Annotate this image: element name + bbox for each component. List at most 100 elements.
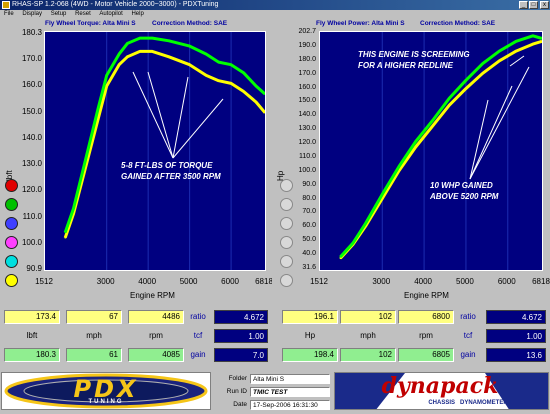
power-peak-mph: 102 (340, 348, 396, 362)
dyno-window: RHAS-SP 1.2-068 (4WD - Motor Vehicle 200… (0, 0, 550, 412)
power-point-1-1 (352, 242, 354, 244)
menu-autopilot[interactable]: Autopilot (99, 11, 122, 17)
power-point-1-2 (364, 222, 367, 225)
power-annotation-top-pointer-0 (509, 55, 525, 67)
torque-point-0-0 (64, 236, 67, 239)
torque-point-0-13 (230, 82, 232, 85)
power-x-axis-label: Engine RPM (404, 291, 449, 300)
power-point-0-0 (339, 257, 342, 260)
power-current-mph: 102 (340, 310, 396, 324)
torque-point-0-10 (188, 63, 191, 66)
torque-y-tick-4: 140.0 (21, 132, 42, 142)
torque-point-1-15 (255, 85, 257, 87)
power-annotation-line1: 10 WHP GAINED (430, 181, 493, 190)
power-point-0-6 (431, 125, 434, 127)
torque-point-0-7 (139, 50, 141, 53)
power-annotation-line2: ABOVE 5200 RPM (430, 192, 499, 201)
power-chart-title: Fly Wheel Power: Alta Mini S (316, 20, 405, 27)
power-point-0-11 (515, 50, 517, 52)
run-id-value: TMIC TEST (250, 387, 330, 397)
menu-reset[interactable]: Reset (75, 11, 91, 17)
menu-setup[interactable]: Setup (51, 11, 67, 17)
torque-point-1-0 (64, 231, 67, 234)
power-point-1-10 (498, 50, 501, 52)
torque-point-1-11 (205, 53, 208, 55)
torque-peak-value: 180.3 (4, 348, 60, 362)
power-run-dot-0[interactable] (280, 179, 293, 192)
power-run-dot-5[interactable] (280, 274, 293, 287)
torque-rpm-label: rpm (149, 331, 163, 340)
maximize-button[interactable]: □ (529, 1, 538, 9)
power-gain-label: gain (460, 350, 476, 359)
power-point-1-7 (448, 97, 451, 100)
torque-annotation-line1: 5-8 FT-LBS OF TORQUE (121, 161, 213, 170)
close-button[interactable]: x (540, 1, 549, 9)
torque-plot-area[interactable]: 5-8 FT-LBS OF TORQUE GAINED AFTER 3500 R… (44, 31, 267, 271)
power-point-0-9 (481, 72, 484, 75)
power-y-tick-5: 150.0 (298, 97, 316, 105)
menu-file[interactable]: File (4, 11, 14, 17)
power-point-1-11 (515, 40, 517, 43)
torque-ratio-label: ratio (190, 312, 206, 321)
torque-annotation-pointer-2 (172, 76, 189, 159)
torque-peak-rpm: 4085 (128, 348, 184, 362)
power-point-0-5 (414, 146, 417, 148)
power-plot-area[interactable]: THIS ENGINE IS SCREEMING FOR A HIGHER RE… (319, 31, 543, 271)
pdx-tuning-logo: PDX TUNING (1, 372, 211, 410)
folder-value: Alta Mini S (250, 374, 330, 384)
torque-point-1-6 (126, 42, 129, 45)
run-dot-5[interactable] (5, 274, 18, 287)
torque-y-tick-1: 170.0 (21, 54, 42, 64)
power-y-tick-1: 190.0 (298, 41, 316, 49)
app-icon (2, 1, 10, 9)
torque-point-0-3 (97, 117, 100, 119)
torque-chart-svg (63, 32, 267, 270)
menu-help[interactable]: Help (131, 11, 143, 17)
power-annotation-pointer-1 (469, 85, 513, 180)
power-series-0 (339, 39, 543, 260)
menu-display[interactable]: Display (22, 11, 42, 17)
torque-y-tick-3: 150.0 (21, 106, 42, 116)
torque-point-1-14 (242, 71, 245, 74)
power-x-tick-5: 6818 (532, 277, 550, 286)
power-run-dot-2[interactable] (280, 217, 293, 230)
minimize-button[interactable]: _ (519, 1, 528, 9)
power-y-tick-7: 130.0 (298, 125, 316, 133)
power-tcf-label: tcf (463, 331, 473, 340)
power-x-tick-0: 1512 (310, 277, 328, 286)
power-x-tick-3: 5000 (456, 277, 474, 286)
power-y-tick-0: 202.7 (298, 28, 316, 35)
power-run-dot-1[interactable] (280, 198, 293, 211)
torque-point-1-5 (118, 53, 120, 55)
run-dot-1[interactable] (5, 198, 18, 211)
torque-series-0 (63, 49, 267, 239)
torque-y-tick-2: 160.0 (21, 80, 42, 90)
torque-x-tick-1: 3000 (96, 277, 115, 286)
torque-point-1-8 (151, 37, 154, 39)
torque-point-1-3 (97, 106, 100, 109)
torque-point-0-8 (151, 50, 154, 53)
power-y-tick-6: 140.0 (298, 111, 316, 119)
power-run-dot-4[interactable] (280, 255, 293, 268)
torque-current-value: 173.4 (4, 310, 60, 324)
menu-bar: File Display Setup Reset Autopilot Help (0, 10, 550, 19)
power-gain-value: 13.6 (486, 348, 546, 362)
power-run-dot-3[interactable] (280, 236, 293, 249)
power-annotation-pointer-0 (469, 99, 489, 180)
run-dot-3[interactable] (5, 236, 18, 249)
power-unit-label: Hp (304, 331, 316, 340)
power-y-tick-9: 110.0 (299, 152, 316, 160)
power-point-1-4 (398, 165, 400, 168)
date-label: Date (233, 401, 247, 408)
torque-point-1-12 (217, 61, 220, 63)
run-dot-2[interactable] (5, 217, 18, 230)
torque-annotation-line2: GAINED AFTER 3500 RPM (121, 172, 221, 181)
torque-x-axis-label: Engine RPM (130, 291, 175, 300)
torque-point-0-12 (217, 79, 220, 82)
power-point-1-9 (481, 62, 484, 65)
power-y-tick-8: 120.0 (298, 139, 316, 147)
run-dot-0[interactable] (5, 179, 18, 192)
run-dot-4[interactable] (5, 255, 18, 268)
power-point-1-12 (532, 34, 534, 37)
torque-tcf-value: 1.00 (214, 329, 268, 343)
